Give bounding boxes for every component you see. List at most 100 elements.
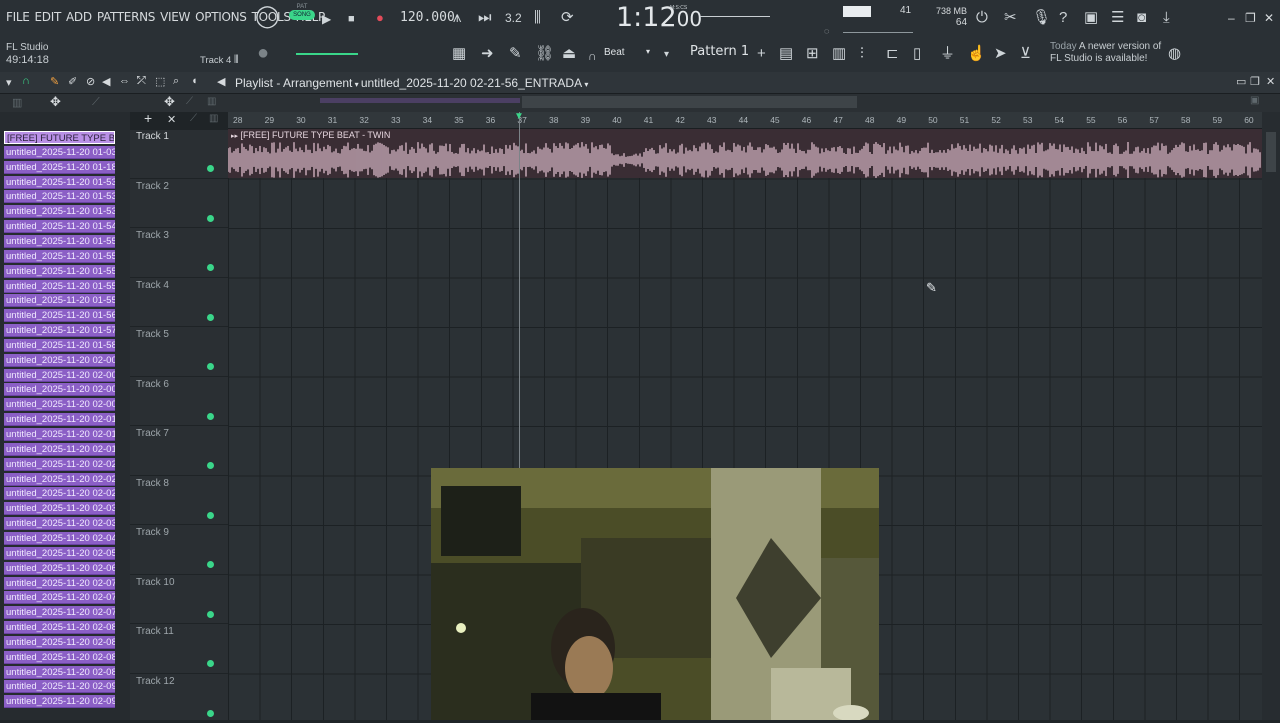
pattern-item[interactable]: untitled_2025-11-20 02-09... <box>4 680 115 693</box>
playhead[interactable] <box>519 112 520 469</box>
track-active-led[interactable] <box>207 710 214 717</box>
pattern-item[interactable]: untitled_2025-11-20 02-07... <box>4 606 115 619</box>
tempo-display[interactable]: 120.000 <box>400 10 455 25</box>
globe-icon[interactable]: ◍ <box>1168 45 1181 63</box>
track-active-led[interactable] <box>207 314 214 321</box>
track-active-led[interactable] <box>207 165 214 172</box>
pattern-item[interactable]: untitled_2025-11-20 02-07... <box>4 577 115 590</box>
track-active-led[interactable] <box>207 611 214 618</box>
overview-grid-icon[interactable]: ▥ <box>207 96 216 107</box>
pattern-item[interactable]: untitled_2025-11-20 02-01... <box>4 443 115 456</box>
track-header[interactable]: Track 1 <box>130 129 228 179</box>
menu-options[interactable]: OPTIONS <box>195 10 247 24</box>
menu-file[interactable]: FILE <box>6 10 30 24</box>
record-icon[interactable]: ● <box>376 9 384 27</box>
loop-record-icon[interactable]: ⟳ <box>561 9 574 27</box>
paint-tool-icon[interactable]: ✐ <box>68 75 77 88</box>
playlist-maximize-icon[interactable]: ❐ <box>1250 75 1260 88</box>
menu-add[interactable]: ADD <box>66 10 92 24</box>
channel-icon[interactable]: ⫴ <box>234 51 239 69</box>
save-icon[interactable]: ▣ <box>1084 9 1098 27</box>
pattern-item[interactable]: untitled_2025-11-20 02-04... <box>4 532 115 545</box>
overview-move-icon[interactable]: ✥ <box>164 94 175 110</box>
slice-tool-icon[interactable]: ⤱ <box>137 75 146 88</box>
restore-icon[interactable]: ❐ <box>1245 11 1256 25</box>
remove-icon[interactable]: ✕ <box>167 113 176 126</box>
track-active-led[interactable] <box>207 462 214 469</box>
pattern-item[interactable]: untitled_2025-11-20 02-09... <box>4 695 115 708</box>
cart-icon[interactable]: ⊻ <box>1020 45 1031 63</box>
playlist-icon[interactable]: ▤ <box>779 45 793 63</box>
playlist-minimize-icon[interactable]: ▭ <box>1236 75 1246 88</box>
add-pattern-button[interactable]: + <box>757 45 766 63</box>
pattern-item[interactable]: untitled_2025-11-20 01-57... <box>4 324 115 337</box>
pattern-item[interactable]: untitled_2025-11-20 02-08... <box>4 666 115 679</box>
browser-tree-icon[interactable]: ⊏ <box>886 45 899 63</box>
stamp-icon[interactable]: ⏏ <box>562 45 576 63</box>
playback-tool-icon[interactable]: ◖ <box>191 75 198 87</box>
pattern-item[interactable]: untitled_2025-11-20 01-53... <box>4 190 115 203</box>
audio-clip[interactable]: ▸▸ [FREE] FUTURE TYPE BEAT - TWIN <box>228 129 1262 178</box>
draw-tool-icon[interactable]: ✎ <box>50 75 59 88</box>
menu-patterns[interactable]: PATTERNS <box>97 10 155 24</box>
pattern-item[interactable]: untitled_2025-11-20 02-00... <box>4 383 115 396</box>
download-icon[interactable]: ⤓ <box>1163 9 1170 27</box>
metronome-icon[interactable]: ⩚ <box>453 9 461 27</box>
pattern-item[interactable]: untitled_2025-11-20 02-00... <box>4 369 115 382</box>
track-header[interactable]: Track 6 <box>130 377 228 427</box>
scroll-thumb[interactable] <box>1266 132 1276 172</box>
speaker-icon[interactable]: ◀ <box>217 75 225 88</box>
menu-edit[interactable]: EDIT <box>35 10 62 24</box>
pattern-item[interactable]: untitled_2025-11-20 02-08... <box>4 636 115 649</box>
overview-scroll-icon[interactable]: ▣ <box>1250 95 1259 106</box>
cut-icon[interactable]: ✂ <box>1004 9 1017 27</box>
minimize-icon[interactable]: – <box>1228 11 1235 25</box>
pattern-item[interactable]: untitled_2025-11-20 01-18... <box>4 161 115 174</box>
track-active-led[interactable] <box>207 512 214 519</box>
news-panel[interactable]: Today A newer version of FL Studio is av… <box>1050 41 1161 65</box>
pattern-item[interactable]: untitled_2025-11-20 02-01... <box>4 428 115 441</box>
undo-history-icon[interactable]: ⏻ <box>976 9 988 27</box>
add-icon[interactable]: + <box>144 110 152 126</box>
track-header[interactable]: Track 5 <box>130 327 228 377</box>
pattern-item[interactable]: untitled_2025-11-20 02-06... <box>4 562 115 575</box>
track-header[interactable]: Track 12 <box>130 674 228 723</box>
mixer-sliders-icon[interactable]: ⫶ <box>860 45 864 63</box>
pattern-item[interactable]: untitled_2025-11-20 02-08... <box>4 621 115 634</box>
pattern-item[interactable]: untitled_2025-11-20 02-01... <box>4 413 115 426</box>
pattern-item[interactable]: untitled_2025-11-20 01-58... <box>4 339 115 352</box>
vertical-scrollbar[interactable] <box>1262 112 1280 720</box>
pattern-item[interactable]: untitled_2025-11-20 01-55... <box>4 250 115 263</box>
pattern-item[interactable]: untitled_2025-11-20 01-53... <box>4 176 115 189</box>
pattern-item[interactable]: untitled_2025-11-20 01-55... <box>4 280 115 293</box>
track-active-led[interactable] <box>207 363 214 370</box>
playhead-marker-icon[interactable]: ▼ <box>514 111 524 122</box>
play-icon[interactable]: ▶ <box>322 10 331 28</box>
move-icon[interactable]: ✥ <box>50 94 61 110</box>
pattern-item[interactable]: untitled_2025-11-20 02-08... <box>4 651 115 664</box>
overview-scroll-thumb[interactable] <box>522 96 857 108</box>
master-knob-icon[interactable]: ◯ <box>255 7 280 25</box>
list-icon[interactable]: ▥ <box>209 113 218 124</box>
countdown-icon[interactable]: 3.2 <box>505 9 522 27</box>
master-pitch-slider[interactable] <box>296 53 358 55</box>
step-sequencer-icon[interactable]: ⊞ <box>806 45 819 63</box>
pat-song-toggle[interactable]: PAT SONG <box>289 4 315 30</box>
touch-icon[interactable]: ☝ <box>967 45 986 63</box>
pattern-dropdown-icon[interactable]: ▾ <box>664 46 669 64</box>
overview-strip[interactable]: ▥ ✥ ⟋ ✥ ⟋ ▥ ▣ <box>0 94 1280 112</box>
overview-link-icon[interactable]: ⟋ <box>186 96 193 107</box>
edit-icon[interactable]: ⟋ <box>190 113 197 124</box>
file-icon[interactable]: ▯ <box>913 45 921 63</box>
wait-input-icon[interactable]: ⏭ <box>478 9 492 27</box>
pattern-item[interactable]: untitled_2025-11-20 02-00... <box>4 398 115 411</box>
menu-view[interactable]: VIEW <box>160 10 190 24</box>
pattern-item[interactable]: untitled_2025-11-20 01-55... <box>4 235 115 248</box>
plugin-icon[interactable]: ⏚ <box>940 45 955 63</box>
picker-icon[interactable]: ▥ <box>12 96 22 109</box>
pattern-item[interactable]: untitled_2025-11-20 02-03... <box>4 517 115 530</box>
slip-tool-icon[interactable]: ⇔ <box>119 75 130 87</box>
track-active-led[interactable] <box>207 413 214 420</box>
master-volume-knob-icon[interactable]: ● <box>257 44 269 62</box>
chat-icon[interactable]: ◙ <box>1137 9 1146 27</box>
